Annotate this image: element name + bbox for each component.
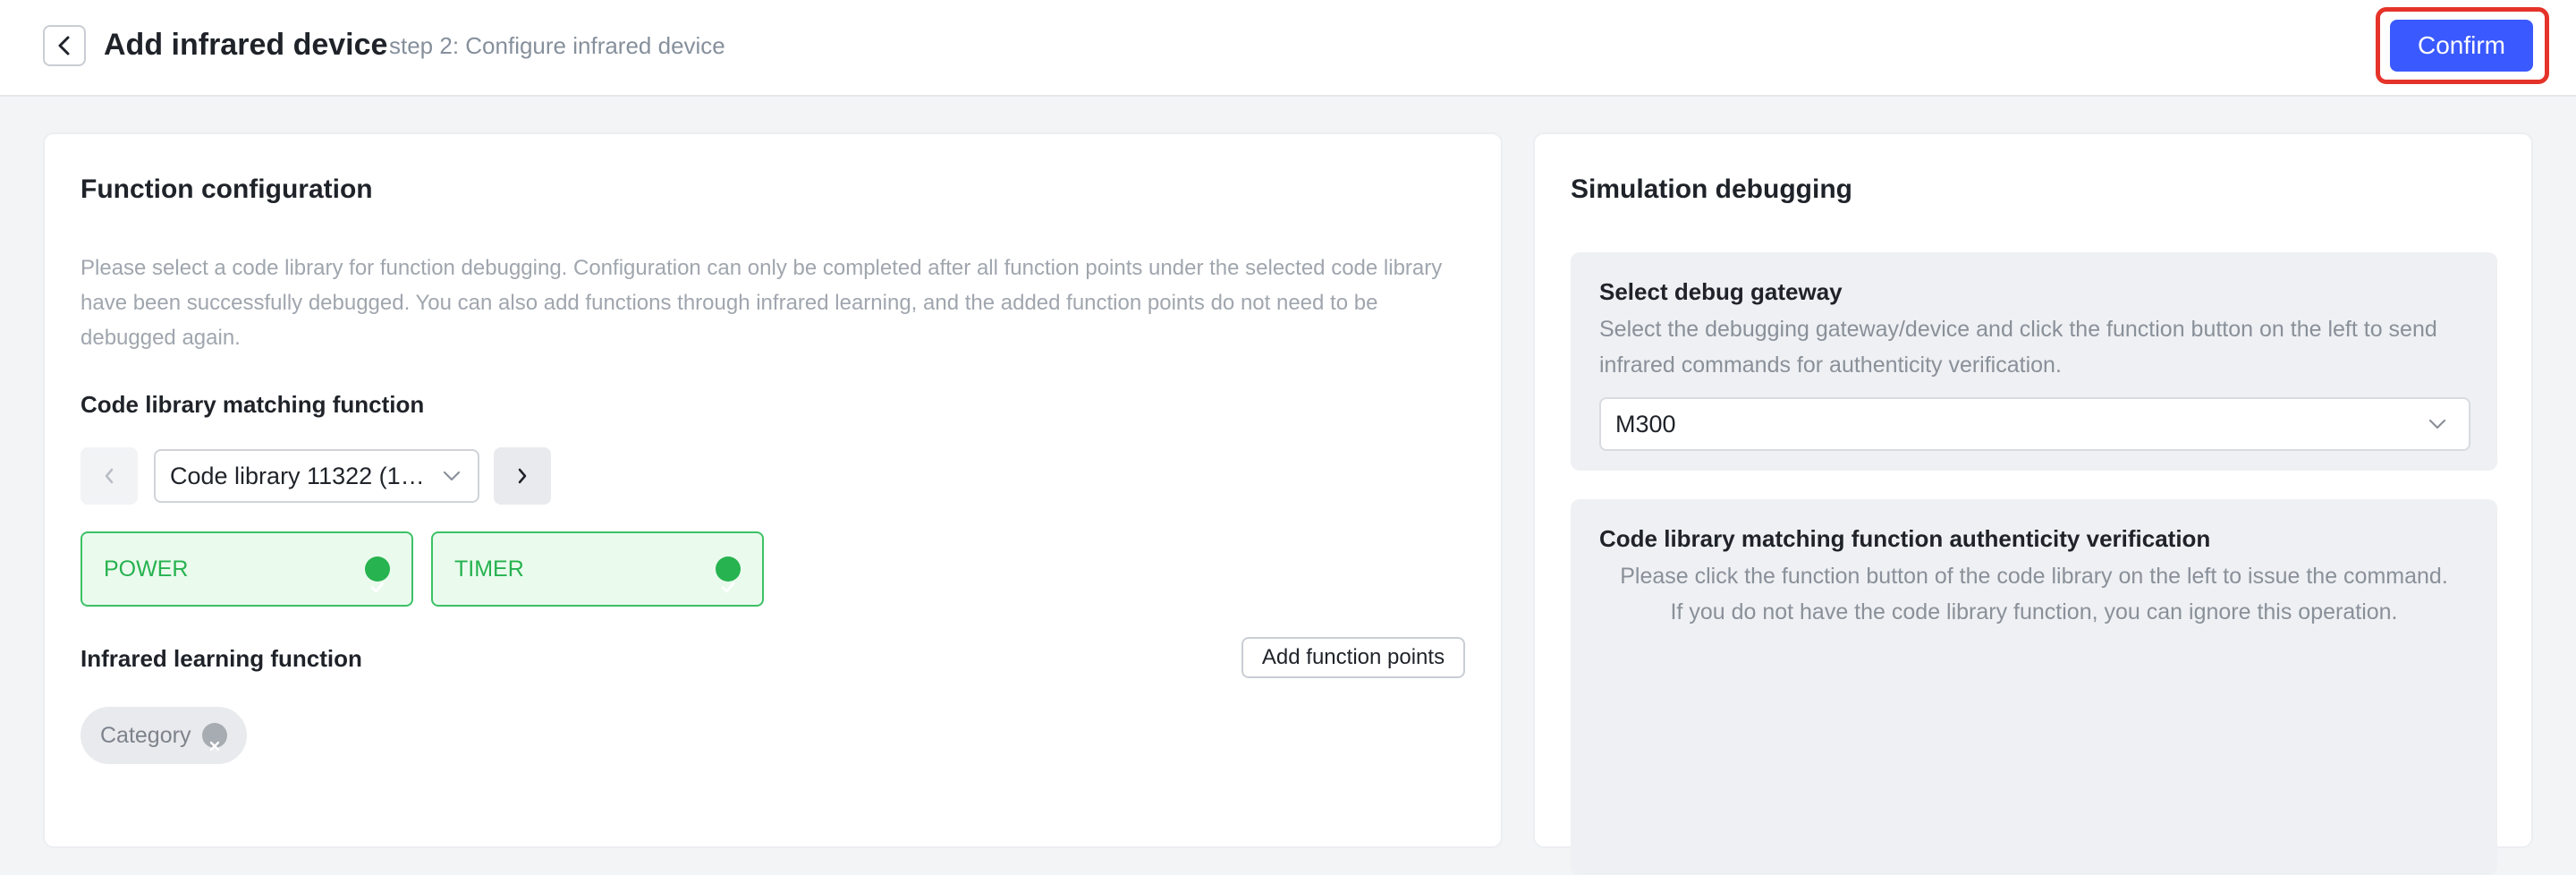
authenticity-verification-box: Code library matching function authentic…	[1571, 499, 2497, 875]
function-configuration-title: Function configuration	[80, 174, 373, 204]
previous-library-button[interactable]	[80, 447, 138, 505]
confirm-button[interactable]: Confirm	[2390, 20, 2533, 72]
code-library-selected-value: Code library 11322 (1…	[170, 463, 425, 489]
function-chip-label: TIMER	[454, 556, 524, 582]
simulation-debugging-title: Simulation debugging	[1571, 174, 1852, 204]
simulation-debugging-panel: Simulation debugging Select debug gatewa…	[1533, 132, 2533, 875]
check-circle-icon	[716, 556, 741, 593]
authenticity-verification-text: Please click the function button of the …	[1571, 558, 2497, 630]
debug-gateway-select[interactable]: M300	[1599, 397, 2470, 451]
add-function-points-button[interactable]: Add function points	[1241, 637, 1465, 678]
debug-gateway-title: Select debug gateway	[1599, 278, 1843, 305]
debug-gateway-description: Select the debugging gateway/device and …	[1599, 317, 2437, 378]
chevron-left-icon	[58, 36, 70, 55]
function-configuration-panel: Function configuration Please select a c…	[43, 132, 1503, 848]
function-chip-label: POWER	[104, 556, 189, 582]
code-library-section-title: Code library matching function	[80, 391, 425, 418]
code-library-select[interactable]: Code library 11322 (1…	[154, 449, 479, 503]
category-tag-label: Category	[100, 723, 191, 748]
function-chip-timer[interactable]: TIMER	[431, 531, 764, 607]
chevron-down-icon	[2428, 419, 2446, 429]
function-chip-power[interactable]: POWER	[80, 531, 413, 607]
next-library-button[interactable]	[494, 447, 551, 505]
authenticity-verification-line-1: Please click the function button of the …	[1620, 564, 2448, 589]
debug-gateway-box: Select debug gateway Select the debuggin…	[1571, 252, 2497, 471]
debug-gateway-selected-value: M300	[1615, 411, 1676, 438]
chevron-right-icon	[518, 468, 527, 484]
check-circle-icon	[365, 556, 390, 593]
chevron-left-icon	[105, 468, 114, 484]
close-icon[interactable]	[202, 723, 227, 752]
page-header: Add infrared device step 2: Configure in…	[0, 0, 2576, 97]
page-subtitle: step 2: Configure infrared device	[389, 32, 725, 59]
chevron-down-icon	[443, 471, 461, 481]
authenticity-verification-title: Code library matching function authentic…	[1599, 525, 2211, 552]
category-tag: Category	[80, 707, 247, 764]
function-configuration-description: Please select a code library for functio…	[80, 256, 1443, 350]
back-button[interactable]	[43, 25, 86, 66]
authenticity-verification-line-2: If you do not have the code library func…	[1670, 599, 2398, 624]
page-title: Add infrared device	[104, 28, 388, 62]
infrared-learning-section-title: Infrared learning function	[80, 645, 362, 672]
